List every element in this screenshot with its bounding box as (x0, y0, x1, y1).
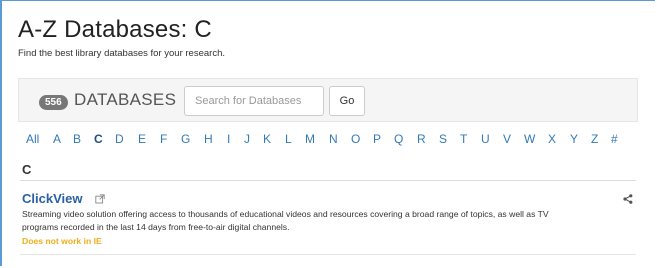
az-nav-p[interactable]: P (373, 132, 381, 146)
az-nav-n[interactable]: N (329, 132, 338, 146)
az-nav-all[interactable]: All (26, 132, 39, 146)
az-nav-j[interactable]: J (244, 132, 250, 146)
page-description: Find the best library databases for your… (18, 48, 225, 59)
compatibility-warning: Does not work in IE (22, 236, 102, 246)
az-nav-h[interactable]: H (204, 132, 213, 146)
database-count-badge: 556 (39, 95, 68, 110)
az-nav-hash[interactable]: # (611, 132, 618, 146)
az-nav-u[interactable]: U (481, 132, 490, 146)
az-nav-i[interactable]: I (227, 132, 230, 146)
external-link-icon[interactable] (95, 194, 105, 204)
az-nav-z[interactable]: Z (591, 132, 598, 146)
az-nav-c[interactable]: C (94, 132, 103, 146)
az-nav-a[interactable]: A (53, 132, 61, 146)
az-nav-v[interactable]: V (503, 132, 511, 146)
az-nav-x[interactable]: X (548, 132, 556, 146)
share-icon[interactable] (623, 194, 633, 204)
section-divider (20, 180, 636, 181)
az-nav-m[interactable]: M (305, 132, 315, 146)
az-nav-g[interactable]: G (181, 132, 190, 146)
database-description: Streaming video solution offering access… (22, 208, 612, 234)
az-nav-k[interactable]: K (263, 132, 271, 146)
az-nav-y[interactable]: Y (570, 132, 578, 146)
az-nav-b[interactable]: B (73, 132, 81, 146)
go-button[interactable]: Go (329, 86, 365, 116)
database-description-line: programs recorded in the last 14 days fr… (22, 222, 290, 232)
az-nav-f[interactable]: F (160, 132, 167, 146)
page-title: A-Z Databases: C (18, 16, 212, 43)
az-nav-s[interactable]: S (439, 132, 447, 146)
search-input[interactable] (184, 86, 324, 116)
database-description-line: Streaming video solution offering access… (22, 209, 549, 219)
az-nav-e[interactable]: E (138, 132, 146, 146)
az-nav-w[interactable]: W (524, 132, 535, 146)
az-nav-o[interactable]: O (351, 132, 360, 146)
az-nav-l[interactable]: L (285, 132, 292, 146)
az-nav-q[interactable]: Q (394, 132, 403, 146)
database-search-panel: 556 DATABASES Go (18, 78, 638, 122)
entry-divider (20, 254, 636, 255)
databases-label: DATABASES (74, 90, 177, 109)
database-title-link[interactable]: ClickView (22, 191, 82, 206)
az-nav-t[interactable]: T (460, 132, 467, 146)
az-nav-d[interactable]: D (115, 132, 124, 146)
az-nav-r[interactable]: R (417, 132, 426, 146)
section-heading: C (22, 162, 32, 177)
